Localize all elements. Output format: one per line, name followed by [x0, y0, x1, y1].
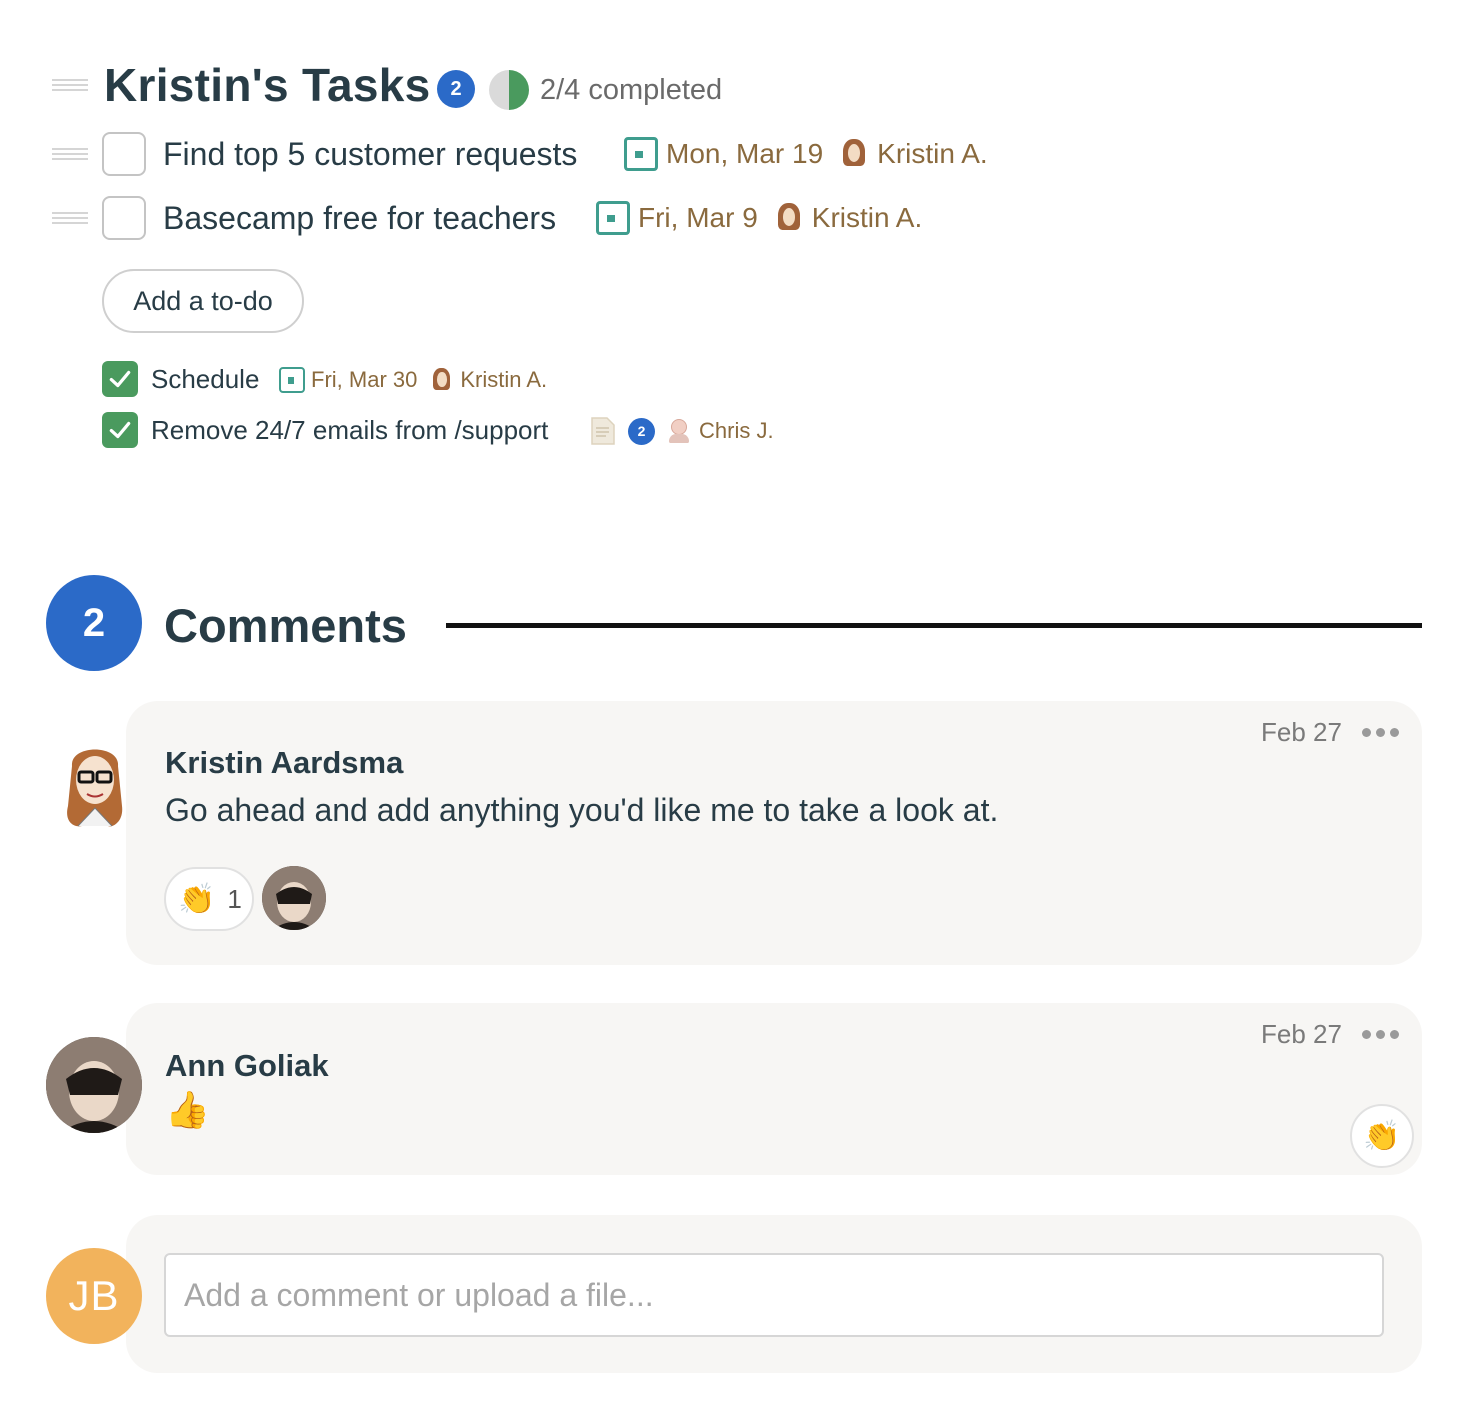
comment-body: Go ahead and add anything you'd like me … [165, 792, 999, 828]
notes-icon [591, 417, 615, 445]
comment-date[interactable]: Feb 27 [1261, 717, 1342, 748]
completed-todo-title[interactable]: Remove 24/7 emails from /support [151, 415, 548, 446]
comment-author[interactable]: Ann Goliak [165, 1048, 329, 1084]
assignee-name[interactable]: Kristin A. [460, 367, 547, 393]
progress-text: 2/4 completed [540, 74, 723, 106]
comment-date[interactable]: Feb 27 [1261, 1019, 1342, 1050]
more-options-icon[interactable] [1362, 1030, 1399, 1039]
due-date: Fri, Mar 9 [638, 202, 758, 233]
assignee-avatar [843, 139, 866, 169]
assignee-avatar [777, 203, 800, 233]
more-options-icon[interactable] [1362, 728, 1399, 737]
todo-meta: Mon, Mar 19 Kristin A. [624, 137, 988, 171]
kristin-avatar-icon [67, 749, 123, 827]
completed-checkbox[interactable] [102, 412, 138, 448]
comments-divider [446, 623, 1422, 628]
todo-checkbox[interactable] [102, 132, 146, 176]
assignee-avatar [669, 419, 689, 443]
boost-pill[interactable]: 👏 1 [164, 867, 254, 931]
add-todo-button[interactable]: Add a to-do [102, 269, 304, 333]
calendar-icon [596, 201, 630, 235]
completed-todo-title[interactable]: Schedule [151, 364, 259, 395]
boost-button[interactable]: 👏 [1350, 1104, 1414, 1168]
due-date: Mon, Mar 19 [666, 138, 824, 169]
avatar[interactable]: JB [46, 1248, 142, 1344]
drag-handle-icon[interactable] [52, 148, 88, 160]
assignee-name[interactable]: Chris J. [699, 418, 774, 444]
comments-count-badge: 2 [46, 575, 142, 671]
comment-count-badge: 2 [628, 417, 655, 445]
ann-avatar-icon [262, 866, 326, 930]
todolist-title[interactable]: Kristin's Tasks [104, 58, 431, 112]
drag-handle-icon[interactable] [52, 212, 88, 224]
progress-pie-icon [489, 70, 529, 110]
assignee-name[interactable]: Kristin A. [877, 138, 987, 170]
completed-checkbox[interactable] [102, 361, 138, 397]
ann-avatar-icon [46, 1037, 142, 1133]
todo-title[interactable]: Find top 5 customer requests [163, 136, 577, 173]
comment-author[interactable]: Kristin Aardsma [165, 745, 403, 781]
todo-meta: Fri, Mar 30 Kristin A. [279, 367, 547, 393]
assignee-avatar [433, 368, 451, 392]
clapping-hands-icon: 👏 [178, 882, 216, 916]
drag-handle-icon[interactable] [52, 79, 88, 91]
assignee-name[interactable]: Kristin A. [812, 202, 922, 234]
comment-input[interactable] [164, 1253, 1384, 1337]
todo-title[interactable]: Basecamp free for teachers [163, 200, 556, 237]
calendar-icon [279, 367, 305, 393]
avatar[interactable] [262, 866, 326, 930]
comment-card [126, 701, 1422, 965]
checkmark-icon [109, 370, 131, 388]
due-date: Fri, Mar 30 [311, 367, 418, 392]
comment-count-badge: 2 [437, 70, 475, 108]
todo-meta: 2 Chris J. [590, 416, 774, 446]
avatar[interactable] [46, 1037, 142, 1133]
thumbs-up-icon: 👍 [165, 1089, 210, 1130]
boost-count: 1 [227, 883, 242, 914]
checkmark-icon [109, 421, 131, 439]
comment-card [126, 1003, 1422, 1175]
todo-meta: Fri, Mar 9 Kristin A. [596, 201, 922, 235]
avatar[interactable] [52, 736, 138, 832]
clapping-hands-icon: 👏 [1363, 1119, 1401, 1153]
calendar-icon [624, 137, 658, 171]
comments-heading: Comments [164, 599, 407, 652]
todo-checkbox[interactable] [102, 196, 146, 240]
